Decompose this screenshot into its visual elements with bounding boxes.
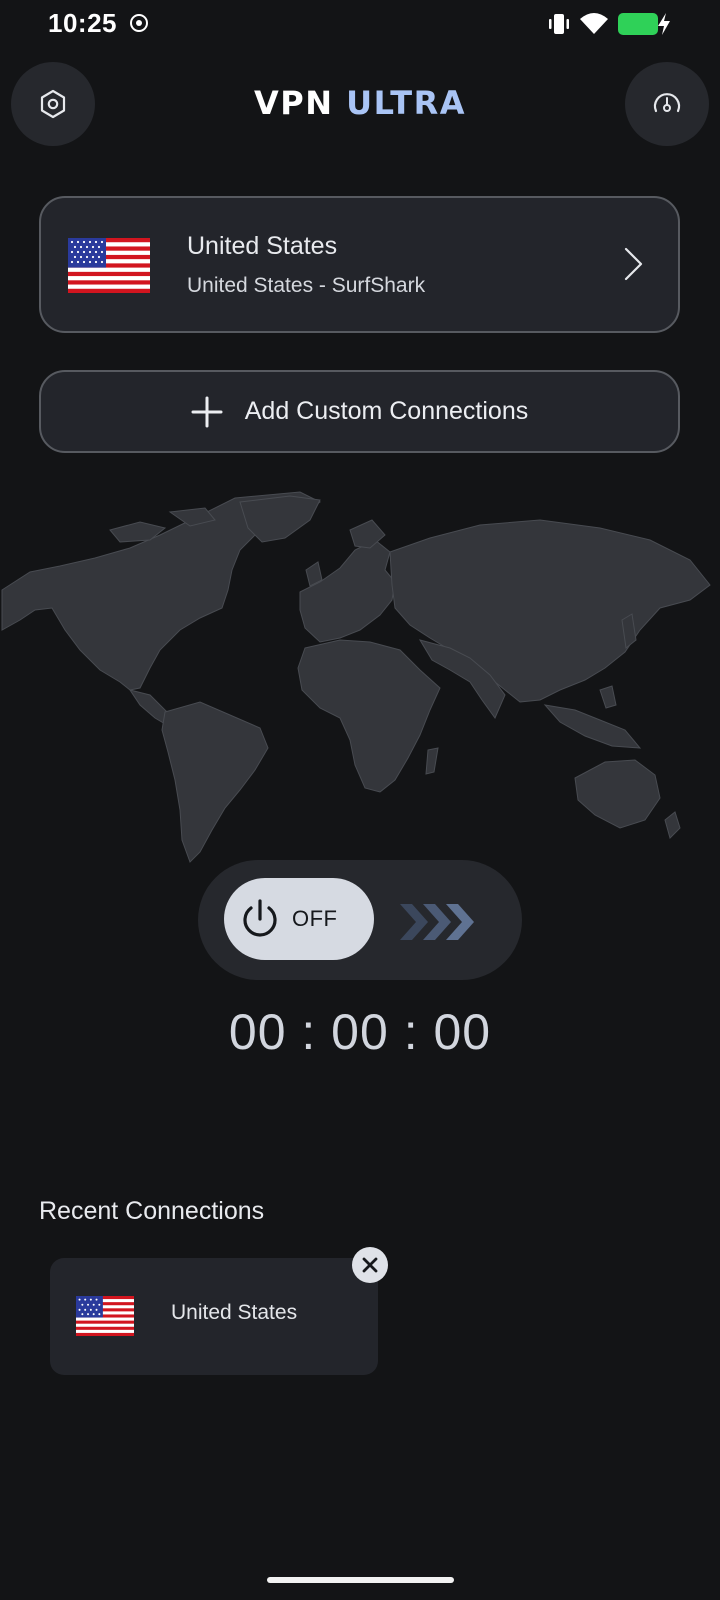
server-provider-label: United States - SurfShark: [187, 274, 426, 297]
home-indicator[interactable]: [267, 1577, 454, 1583]
speedometer-icon: [653, 93, 681, 113]
connect-toggle-knob[interactable]: OFF: [224, 878, 374, 960]
vpn-home-screen: 10:25 VPN ULTRA United States United Sta…: [0, 0, 720, 1600]
add-custom-connections-button[interactable]: Add Custom Connections: [39, 370, 680, 453]
status-bar: 10:25: [0, 0, 720, 48]
server-selector-card[interactable]: United States United States - SurfShark: [39, 196, 680, 333]
battery-icon: [618, 13, 658, 35]
connection-state-label: OFF: [292, 906, 338, 931]
record-icon: [130, 14, 148, 32]
power-icon: [238, 897, 282, 941]
close-icon: [362, 1257, 378, 1273]
app-title: VPN ULTRA: [0, 84, 720, 122]
remove-recent-button[interactable]: [352, 1247, 388, 1283]
us-flag-icon: [68, 238, 150, 293]
status-time: 10:25: [48, 8, 117, 38]
world-map: [1, 491, 711, 863]
chevron-right-icon: [624, 247, 643, 281]
connection-timer: 00 : 00 : 00: [228, 1004, 492, 1060]
speed-test-button[interactable]: [625, 62, 709, 146]
wifi-icon: [580, 13, 608, 34]
recent-connections-title: Recent Connections: [39, 1197, 265, 1225]
server-country-name: United States: [187, 232, 338, 260]
recent-connection-country: United States: [171, 1301, 298, 1324]
plus-icon: [191, 396, 223, 428]
recent-connection-item[interactable]: United States: [50, 1258, 378, 1375]
app-title-part2: ULTRA: [346, 84, 466, 122]
triple-chevron-right-icon: [400, 904, 474, 940]
app-title-part1: VPN: [254, 84, 334, 122]
add-custom-connections-label: Add Custom Connections: [244, 397, 529, 425]
vibrate-icon: [549, 14, 569, 34]
charging-bolt-icon: [658, 13, 670, 35]
us-flag-icon: [76, 1296, 134, 1336]
connect-toggle[interactable]: OFF: [198, 860, 522, 980]
